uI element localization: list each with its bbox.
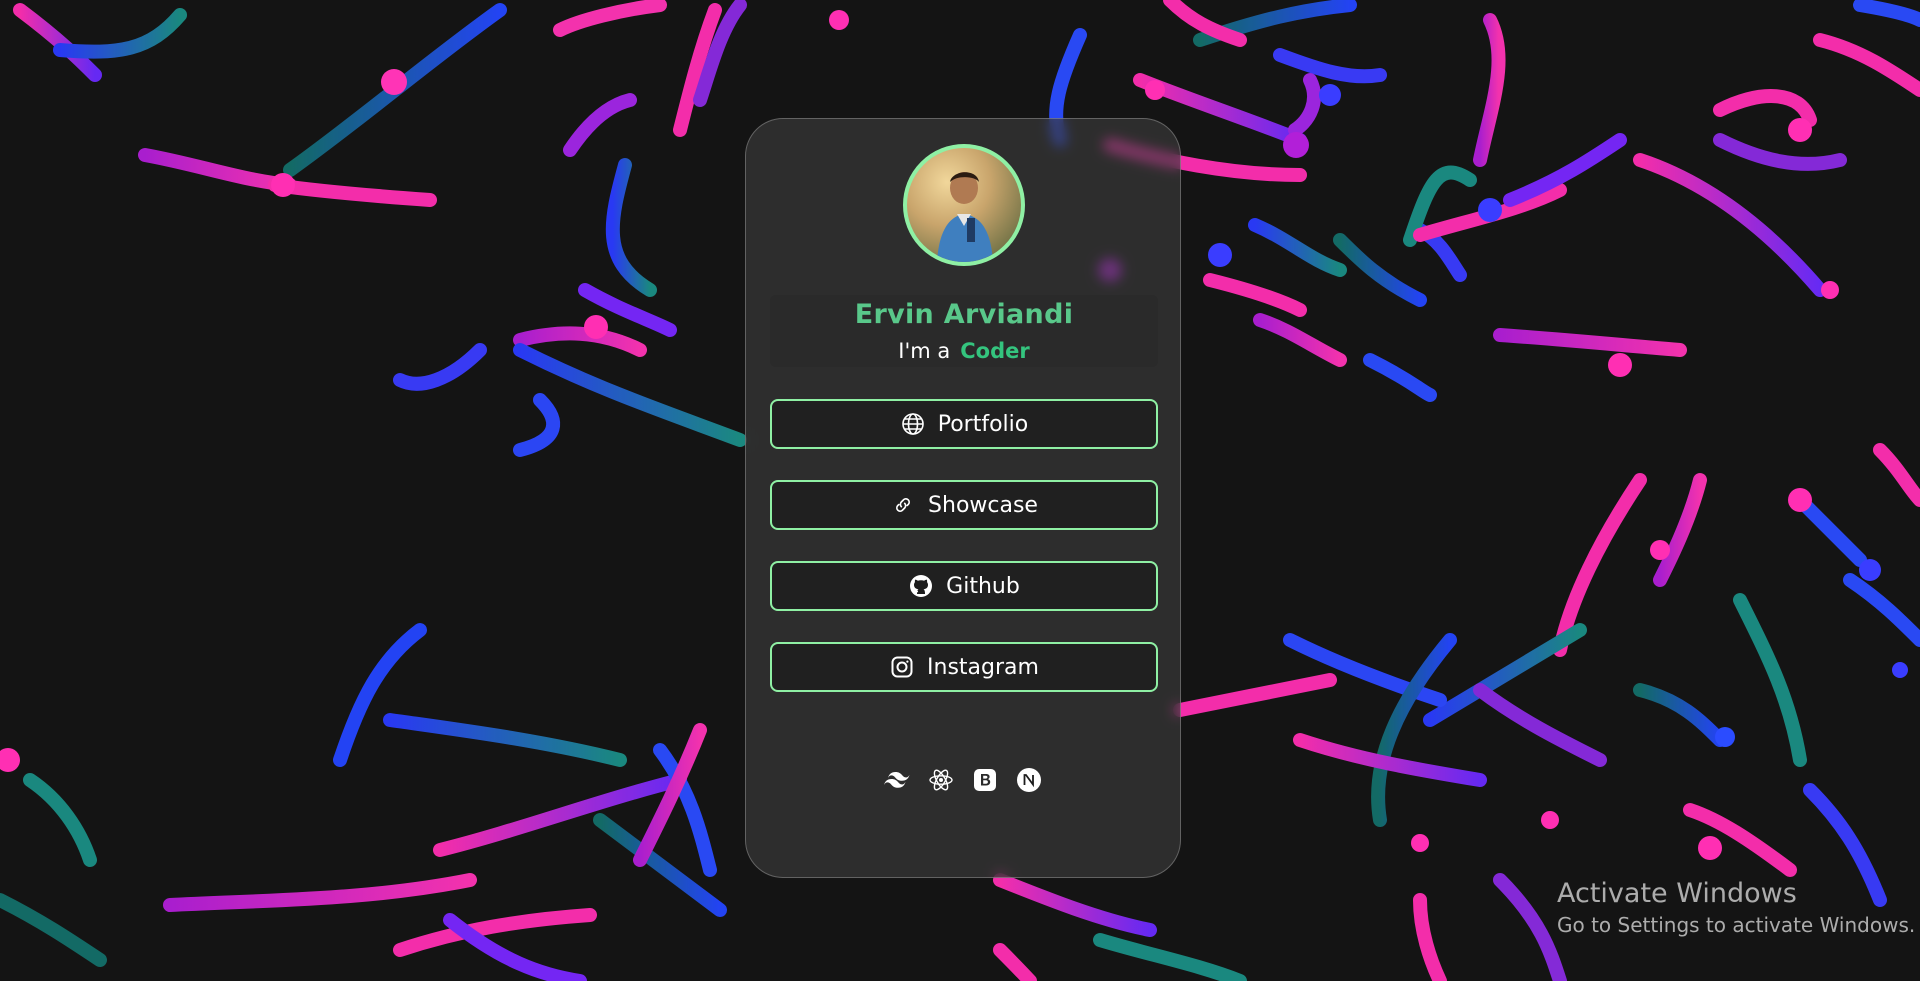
- portfolio-link-button[interactable]: Portfolio: [770, 399, 1158, 449]
- instagram-link-button[interactable]: Instagram: [770, 642, 1158, 692]
- github-label: Github: [946, 573, 1020, 599]
- tagline-prefix: I'm a: [898, 339, 951, 363]
- tailwind-icon: [884, 767, 910, 793]
- github-link-button[interactable]: Github: [770, 561, 1158, 611]
- watermark-title: Activate Windows: [1557, 878, 1797, 909]
- react-icon: [928, 767, 954, 793]
- showcase-label: Showcase: [928, 492, 1038, 518]
- profile-card: Ervin Arviandi I'm a Coder Portfolio Show…: [745, 118, 1181, 878]
- avatar: [903, 144, 1025, 266]
- name-box: Ervin Arviandi I'm a Coder: [770, 295, 1158, 367]
- tech-stack-icons: [746, 767, 1180, 793]
- watermark-subtitle: Go to Settings to activate Windows.: [1557, 913, 1916, 937]
- instagram-icon: [889, 654, 915, 680]
- windows-activation-watermark: Activate Windows Go to Settings to activ…: [1557, 878, 1915, 937]
- link-icon: [890, 492, 916, 518]
- profile-tagline: I'm a Coder: [770, 339, 1158, 363]
- bootstrap-icon: [972, 767, 998, 793]
- instagram-label: Instagram: [927, 654, 1039, 680]
- showcase-link-button[interactable]: Showcase: [770, 480, 1158, 530]
- portfolio-label: Portfolio: [937, 411, 1029, 437]
- globe-icon: [900, 411, 926, 437]
- nextjs-icon: [1016, 767, 1042, 793]
- typed-role: Coder: [960, 339, 1030, 363]
- profile-name: Ervin Arviandi: [854, 299, 1074, 330]
- github-icon: [908, 573, 934, 599]
